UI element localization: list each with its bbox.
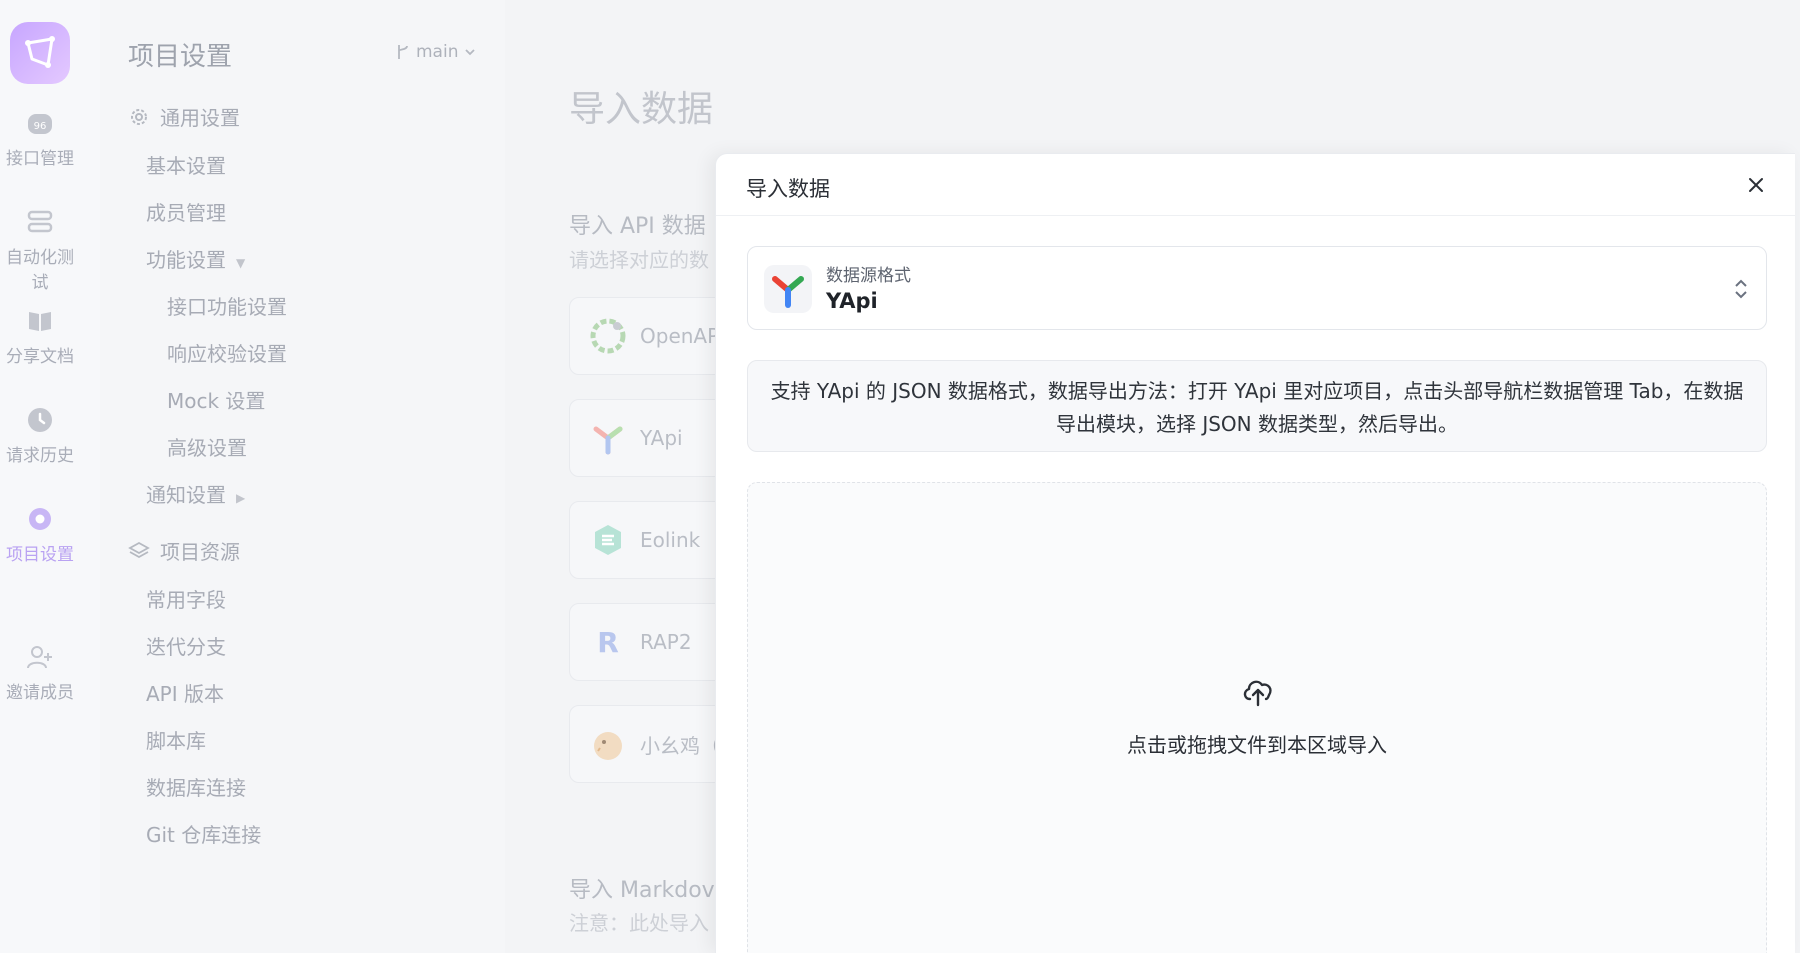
nav-item-response-validation[interactable]: 响应校验设置: [167, 338, 287, 367]
nav-item-notifications[interactable]: 通知设置 ▶: [146, 479, 245, 508]
nav-item-common-fields[interactable]: 常用字段: [146, 584, 226, 613]
svg-text:R: R: [597, 626, 619, 659]
rail-item-invite[interactable]: 邀请成员: [0, 642, 80, 703]
rail-label: 自动化测试: [6, 248, 74, 293]
settings-title: 项目设置: [128, 42, 233, 72]
left-rail: 96 接口管理 自动化测试 分享文档 请求历史 项目设置 邀请成员: [0, 0, 100, 953]
chevron-up-down-icon: [1735, 279, 1747, 299]
modal-header: 导入数据: [716, 154, 1795, 216]
source-name: Eolink: [640, 528, 701, 552]
layers-icon: [128, 541, 150, 558]
rail-item-automation[interactable]: 自动化测试: [0, 207, 80, 293]
branch-name: main: [416, 42, 459, 62]
nav-group-resources[interactable]: 项目资源: [128, 536, 240, 565]
rap2-icon: R: [590, 624, 626, 660]
source-name: 小幺鸡（: [640, 733, 720, 758]
markdown-section-title: 导入 Markdov: [569, 878, 715, 903]
modal-title: 导入数据: [746, 177, 830, 201]
nav-item-script-library[interactable]: 脚本库: [146, 725, 206, 754]
rail-label: 邀请成员: [6, 683, 74, 703]
app-logo[interactable]: [10, 22, 70, 84]
book-icon: [29, 312, 51, 331]
rail-item-api[interactable]: 96 接口管理: [0, 108, 80, 169]
logo-icon: [25, 36, 55, 68]
nav-item-advanced[interactable]: 高级设置: [167, 432, 247, 461]
rail-label: 分享文档: [6, 347, 74, 367]
clock-icon: [28, 408, 52, 432]
nav-item-iteration-branches[interactable]: 迭代分支: [146, 631, 226, 660]
nav-item-label: 功能设置: [146, 248, 226, 272]
openapi-icon: [590, 318, 626, 354]
chick-icon: [590, 726, 626, 762]
rail-label: 请求历史: [6, 446, 74, 466]
nav-item-api-features[interactable]: 接口功能设置: [167, 291, 287, 320]
caret-right-icon: ▶: [236, 491, 246, 505]
settings-icon: [29, 508, 51, 530]
nav-item-mock[interactable]: Mock 设置: [167, 385, 265, 414]
yapi-icon: [590, 420, 626, 456]
select-value: YApi: [826, 289, 878, 313]
rail-label: 项目设置: [6, 545, 74, 565]
gear-icon: [131, 108, 147, 125]
source-name: OpenAP: [640, 324, 720, 348]
user-plus-icon: [27, 646, 52, 669]
nav-group-general[interactable]: 通用设置: [128, 102, 240, 131]
nav-item-db-connection[interactable]: 数据库连接: [146, 772, 246, 801]
format-description: 支持 YApi 的 JSON 数据格式，数据导出方法：打开 YApi 里对应项目…: [747, 360, 1767, 452]
close-icon: [1749, 178, 1763, 192]
api-icon: 96: [28, 114, 52, 134]
source-name: RAP2: [640, 630, 692, 654]
rail-item-project-settings[interactable]: 项目设置: [0, 504, 80, 565]
cloud-upload-icon: [1243, 680, 1272, 707]
nav-item-api-versions[interactable]: API 版本: [146, 678, 224, 707]
eolink-icon: [590, 522, 626, 558]
yapi-icon: [764, 265, 812, 313]
select-label: 数据源格式: [826, 266, 911, 286]
file-dropzone[interactable]: 点击或拖拽文件到本区域导入: [747, 482, 1767, 953]
nav-group-label: 通用设置: [160, 106, 240, 130]
caret-down-icon: ▼: [236, 256, 246, 270]
branch-icon: [398, 45, 408, 59]
api-section-subtitle: 请选择对应的数: [569, 248, 709, 272]
automation-icon: [27, 210, 53, 233]
data-source-format-select[interactable]: 数据源格式 YApi: [747, 246, 1767, 330]
close-button[interactable]: [1743, 172, 1769, 198]
nav-group-label: 项目资源: [160, 540, 240, 564]
dropzone-text: 点击或拖拽文件到本区域导入: [1127, 733, 1387, 757]
settings-sidebar: 项目设置 main 通用设置 基本设置 成员管理 功能设置 ▼ 接口功能设置 响应…: [100, 0, 505, 953]
rail-item-docs[interactable]: 分享文档: [0, 306, 80, 367]
svg-text:96: 96: [34, 121, 47, 132]
chevron-down-icon: [465, 49, 476, 56]
branch-selector[interactable]: main: [396, 42, 476, 62]
import-data-modal: 导入数据 数据源格式 YApi 支持 YApi 的 JSON 数据格式，数据导出…: [715, 153, 1795, 953]
nav-item-members[interactable]: 成员管理: [146, 197, 226, 226]
nav-item-git-connection[interactable]: Git 仓库连接: [146, 819, 261, 848]
nav-item-label: 通知设置: [146, 483, 226, 507]
nav-item-basic[interactable]: 基本设置: [146, 150, 226, 179]
source-name: YApi: [640, 426, 683, 450]
nav-item-features[interactable]: 功能设置 ▼: [146, 244, 245, 273]
rail-item-history[interactable]: 请求历史: [0, 405, 80, 466]
page-title: 导入数据: [569, 89, 714, 130]
markdown-section-subtitle: 注意：此处导入: [569, 911, 709, 935]
api-section-title: 导入 API 数据: [569, 214, 706, 239]
rail-label: 接口管理: [6, 149, 74, 169]
